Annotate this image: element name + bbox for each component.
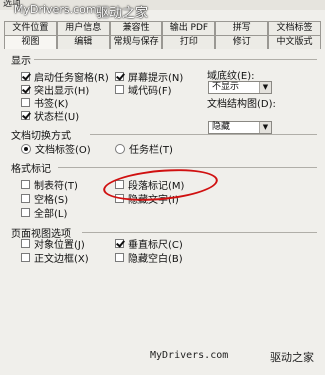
radio-unselected-icon bbox=[115, 143, 125, 154]
format-marks-section-label: 格式标记 bbox=[11, 164, 51, 175]
watermark-name-bottom: 驱动之家 bbox=[270, 351, 314, 364]
checkbox-unchecked-icon bbox=[21, 98, 30, 107]
tab-print[interactable]: 打印 bbox=[162, 35, 216, 49]
statusbar-checkbox[interactable]: 状态栏(U) bbox=[21, 108, 79, 123]
tab-row-2: 视图 编辑 常规与保存 打印 修订 中文版式 bbox=[4, 35, 321, 49]
checkbox-unchecked-icon bbox=[21, 194, 30, 203]
doc-map-select[interactable]: 隐藏 ▼ bbox=[208, 121, 272, 134]
statusbar-label: 状态栏(U) bbox=[34, 112, 80, 123]
checkbox-unchecked-icon bbox=[21, 253, 30, 262]
checkbox-checked-icon bbox=[21, 85, 30, 94]
field-codes-label: 域代码(F) bbox=[128, 86, 172, 97]
doc-tab-radio[interactable]: 文档标签(O) bbox=[21, 141, 91, 156]
checkbox-unchecked-icon bbox=[115, 85, 124, 94]
text-border-checkbox[interactable]: 正文边框(X) bbox=[21, 250, 89, 265]
all-marks-checkbox[interactable]: 全部(L) bbox=[21, 205, 67, 220]
tab-general-save[interactable]: 常规与保存 bbox=[109, 35, 163, 49]
radio-selected-icon bbox=[21, 143, 31, 154]
object-position-label: 对象位置(J) bbox=[34, 240, 85, 251]
field-shading-label: 域底纹(E): bbox=[207, 71, 255, 82]
tab-compatibility[interactable]: 兼容性 bbox=[109, 21, 163, 35]
doc-switch-section-label: 文档切换方式 bbox=[11, 131, 71, 142]
checkbox-checked-icon bbox=[21, 72, 30, 81]
spaces-label: 空格(S) bbox=[34, 195, 69, 206]
tab-revisions[interactable]: 修订 bbox=[215, 35, 269, 49]
display-section-label: 显示 bbox=[11, 56, 31, 67]
tab-char-checkbox[interactable]: 制表符(T) bbox=[21, 177, 78, 192]
dropdown-arrow-icon: ▼ bbox=[259, 122, 271, 133]
doc-map-label: 文档结构图(D): bbox=[207, 99, 276, 110]
vertical-ruler-label: 垂直标尺(C) bbox=[128, 240, 183, 251]
checkbox-checked-icon bbox=[115, 72, 124, 81]
tab-file-locations[interactable]: 文件位置 bbox=[4, 21, 57, 35]
checkbox-unchecked-icon bbox=[21, 208, 30, 217]
red-annotation-circle bbox=[101, 165, 220, 205]
dropdown-arrow-icon: ▼ bbox=[259, 82, 271, 93]
all-marks-label: 全部(L) bbox=[34, 209, 68, 220]
taskbar-radio[interactable]: 任务栏(T) bbox=[115, 141, 173, 156]
tab-output-pdf[interactable]: 输出 PDF bbox=[162, 21, 216, 35]
taskbar-label: 任务栏(T) bbox=[129, 145, 173, 156]
checkbox-unchecked-icon bbox=[115, 253, 124, 262]
tab-chinese-layout[interactable]: 中文版式 bbox=[268, 35, 321, 49]
tab-spelling[interactable]: 拼写 bbox=[215, 21, 269, 35]
text-border-label: 正文边框(X) bbox=[34, 254, 89, 265]
field-codes-checkbox[interactable]: 域代码(F) bbox=[115, 82, 172, 97]
tab-view[interactable]: 视图 bbox=[4, 35, 57, 49]
doc-switch-divider bbox=[90, 134, 317, 135]
tab-edit[interactable]: 编辑 bbox=[56, 35, 110, 49]
checkbox-checked-icon bbox=[115, 239, 124, 248]
watermark-name-top: 驱动之家 bbox=[96, 6, 149, 21]
watermark-site-bottom: MyDrivers.com bbox=[150, 350, 229, 361]
tab-char-label: 制表符(T) bbox=[34, 181, 78, 192]
hide-whitespace-label: 隐藏空白(B) bbox=[128, 254, 183, 265]
field-shading-select[interactable]: 不显示 ▼ bbox=[208, 81, 272, 94]
doc-map-value: 隐藏 bbox=[212, 122, 231, 132]
checkbox-unchecked-icon bbox=[21, 239, 30, 248]
spaces-checkbox[interactable]: 空格(S) bbox=[21, 191, 68, 206]
vertical-ruler-checkbox[interactable]: 垂直标尺(C) bbox=[115, 236, 183, 251]
tab-document-tabs[interactable]: 文档标签 bbox=[268, 21, 321, 35]
doc-tab-label: 文档标签(O) bbox=[35, 145, 91, 156]
page-view-divider bbox=[82, 232, 317, 233]
tab-user-info[interactable]: 用户信息 bbox=[56, 21, 110, 35]
checkbox-unchecked-icon bbox=[21, 180, 30, 189]
watermark-site-top: MyDrivers.com bbox=[14, 3, 97, 16]
field-shading-value: 不显示 bbox=[212, 82, 240, 92]
hide-whitespace-checkbox[interactable]: 隐藏空白(B) bbox=[115, 250, 183, 265]
object-position-checkbox[interactable]: 对象位置(J) bbox=[21, 236, 85, 251]
tab-row-1: 文件位置 用户信息 兼容性 输出 PDF 拼写 文档标签 bbox=[4, 21, 321, 35]
checkbox-checked-icon bbox=[21, 111, 30, 120]
display-divider bbox=[34, 59, 317, 60]
format-marks-divider bbox=[58, 167, 317, 168]
